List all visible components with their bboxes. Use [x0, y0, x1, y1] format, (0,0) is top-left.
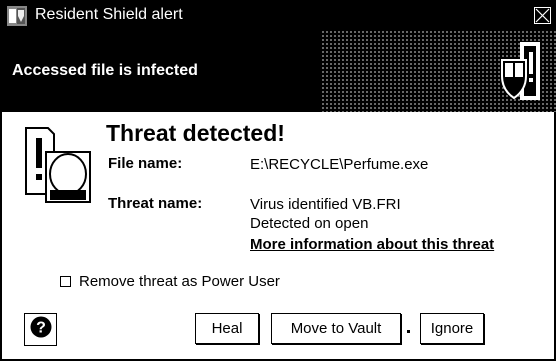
ignore-button[interactable]: Ignore	[420, 313, 484, 344]
threat-heading: Threat detected!	[106, 120, 285, 146]
window-title: Resident Shield alert	[35, 6, 183, 23]
shield-alert-icon	[496, 40, 544, 104]
infected-file-icon	[18, 122, 98, 208]
file-name-label: File name:	[108, 155, 183, 172]
alert-window: Resident Shield alert Accessed file is i…	[0, 0, 556, 361]
question-mark-icon: ?	[30, 316, 52, 343]
more-info-link[interactable]: More information about this threat	[250, 236, 494, 253]
svg-text:?: ?	[36, 320, 46, 337]
separator-dot	[407, 330, 410, 333]
threat-name-label: Threat name:	[108, 195, 203, 212]
alert-header: Accessed file is infected	[0, 30, 556, 112]
header-message: Accessed file is infected	[12, 62, 198, 79]
alert-body: Threat detected! File name: E:\RECYCLE\P…	[0, 112, 556, 361]
title-bar[interactable]: Resident Shield alert	[0, 0, 556, 30]
detection-info: Detected on open	[250, 215, 369, 232]
file-name-value: E:\RECYCLE\Perfume.exe	[250, 156, 429, 173]
close-icon[interactable]	[534, 7, 551, 24]
remove-threat-checkbox[interactable]	[60, 276, 71, 287]
help-button[interactable]: ?	[24, 313, 57, 346]
shield-app-icon	[7, 6, 27, 26]
remove-threat-label[interactable]: Remove threat as Power User	[79, 273, 280, 290]
move-to-vault-button[interactable]: Move to Vault	[271, 313, 401, 344]
remove-threat-option[interactable]: Remove threat as Power User	[60, 273, 280, 290]
threat-name-value: Virus identified VB.FRI	[250, 196, 401, 213]
heal-button[interactable]: Heal	[195, 313, 259, 344]
